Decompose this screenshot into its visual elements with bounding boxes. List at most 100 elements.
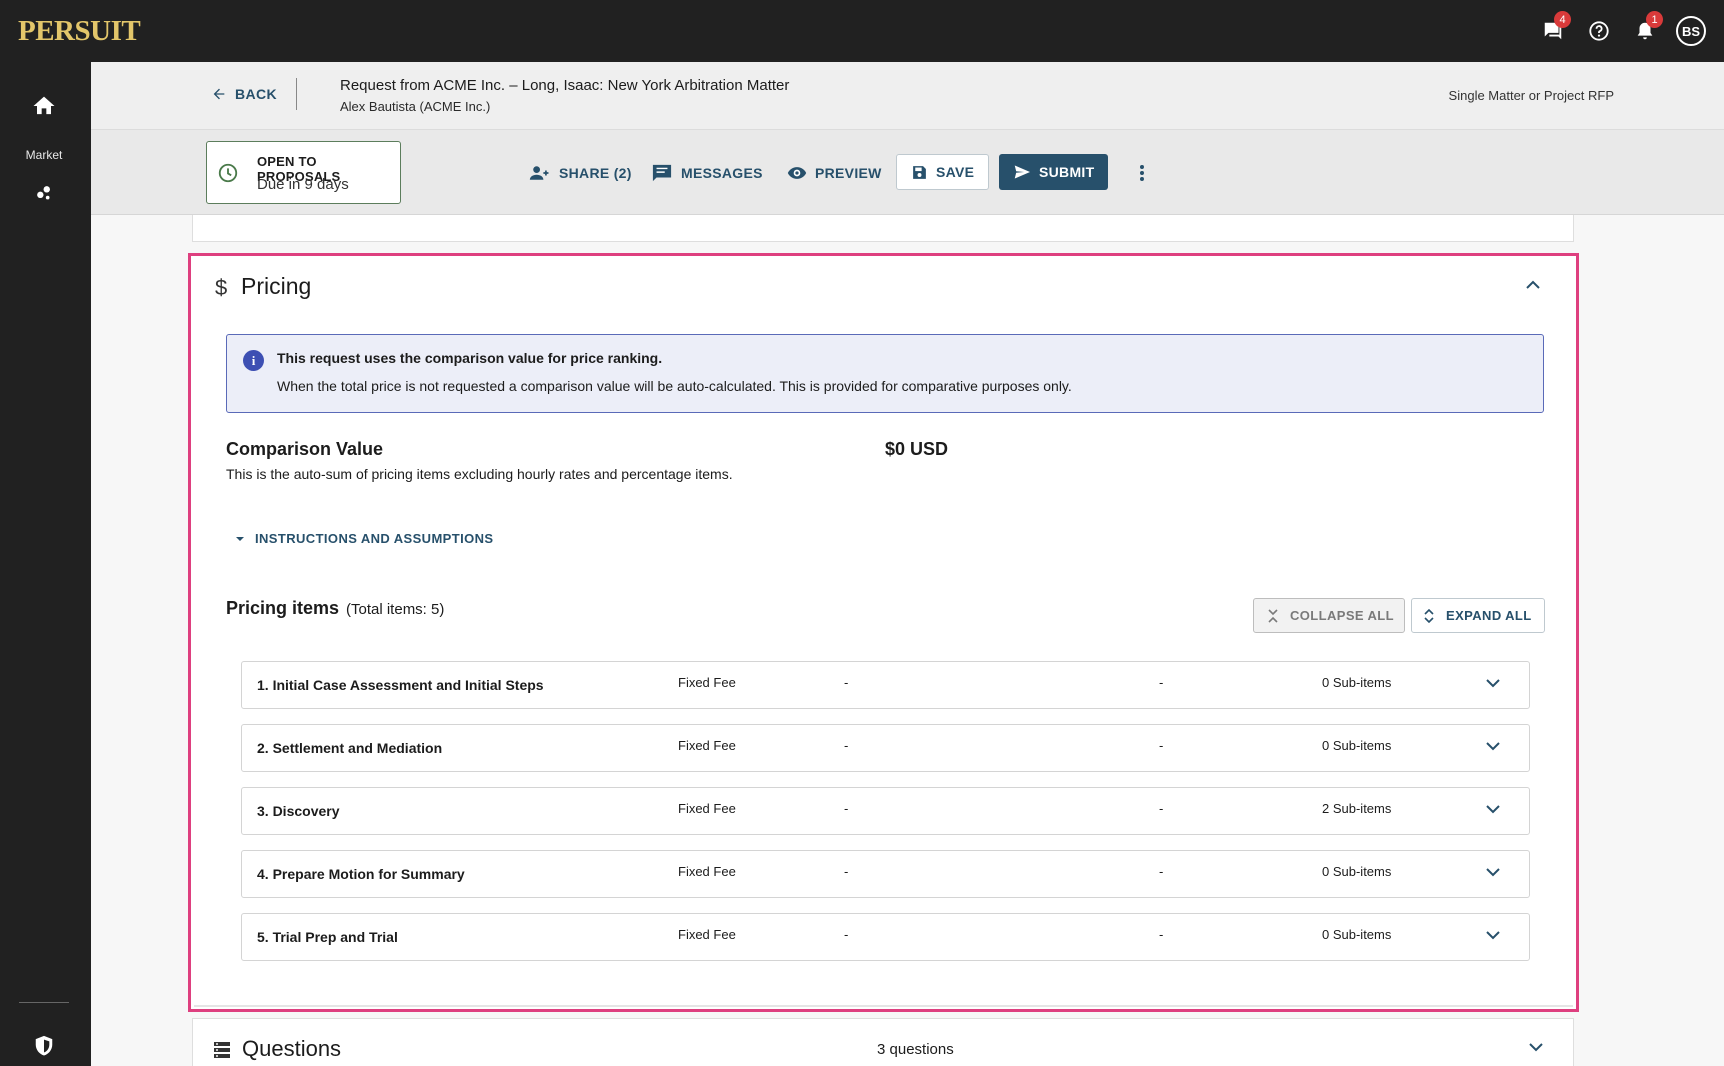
messages-label: MESSAGES xyxy=(681,165,763,181)
pricing-item-name: 1. Initial Case Assessment and Initial S… xyxy=(257,677,544,693)
preview-label: PREVIEW xyxy=(815,165,882,181)
chevron-down-icon[interactable] xyxy=(1486,868,1500,877)
pricing-item-col1: - xyxy=(844,801,849,816)
chevron-down-icon[interactable] xyxy=(1486,679,1500,688)
send-icon xyxy=(1014,165,1030,179)
app-logo[interactable]: PERSUIT xyxy=(18,15,141,48)
pricing-item-subitems: 2 Sub-items xyxy=(1322,801,1392,816)
questions-count: 3 questions xyxy=(877,1041,954,1058)
sidebar: Market xyxy=(0,62,91,1066)
arrow-left-icon xyxy=(213,88,225,100)
help-icon xyxy=(1589,21,1609,41)
sidebar-item-security[interactable] xyxy=(33,1034,55,1058)
top-bar: PERSUIT 4 1 BS xyxy=(0,0,1724,62)
back-button[interactable]: BACK xyxy=(211,86,277,102)
save-label: SAVE xyxy=(936,164,975,180)
pricing-item-row[interactable]: 3. Discovery Fixed Fee - - 2 Sub-items xyxy=(241,787,1530,835)
pricing-item-row[interactable]: 1. Initial Case Assessment and Initial S… xyxy=(241,661,1530,709)
save-button[interactable]: SAVE xyxy=(896,154,990,190)
pricing-item-subitems: 0 Sub-items xyxy=(1322,927,1392,942)
chevron-down-icon[interactable] xyxy=(1486,805,1500,814)
chevron-up-icon xyxy=(1526,280,1540,289)
section-title: Pricing xyxy=(241,273,312,299)
pricing-item-type: Fixed Fee xyxy=(678,675,736,690)
avatar: BS xyxy=(1676,16,1706,46)
pricing-item-subitems: 0 Sub-items xyxy=(1322,675,1392,690)
pricing-item-type: Fixed Fee xyxy=(678,738,736,753)
more-options-button[interactable] xyxy=(1139,157,1153,189)
requester-name: Alex Bautista (ACME Inc.) xyxy=(340,99,491,114)
pricing-item-type: Fixed Fee xyxy=(678,864,736,879)
rfp-type-label: Single Matter or Project RFP xyxy=(1448,88,1614,103)
pricing-item-subitems: 0 Sub-items xyxy=(1322,738,1392,753)
top-bar-actions: 4 1 BS xyxy=(1524,11,1708,48)
sidebar-item-home[interactable] xyxy=(30,92,58,120)
help-button[interactable] xyxy=(1582,14,1616,48)
comparison-value-amount: $0 USD xyxy=(885,439,949,459)
pricing-item-col2: - xyxy=(1159,927,1164,942)
sidebar-divider xyxy=(19,1002,69,1003)
chevron-down-icon[interactable] xyxy=(1486,742,1500,751)
questions-section[interactable]: Questions 3 questions xyxy=(192,1018,1574,1066)
instructions-toggle[interactable]: INSTRUCTIONS AND ASSUMPTIONS xyxy=(235,531,493,546)
share-users-icon xyxy=(529,166,549,180)
pricing-item-col2: - xyxy=(1159,801,1164,816)
pricing-item-col2: - xyxy=(1159,864,1164,879)
request-header: BACK Request from ACME Inc. – Long, Isaa… xyxy=(91,62,1724,130)
messages-badge: 4 xyxy=(1554,11,1571,28)
expand-all-label: EXPAND ALL xyxy=(1446,608,1532,623)
preview-button[interactable]: PREVIEW xyxy=(787,157,882,189)
comparison-value-description: This is the auto-sum of pricing items ex… xyxy=(226,466,733,482)
pricing-item-subitems: 0 Sub-items xyxy=(1322,864,1392,879)
notifications-button[interactable]: 1 xyxy=(1628,11,1663,48)
info-icon: i xyxy=(243,350,264,371)
more-vertical-icon xyxy=(1140,165,1144,181)
pricing-item-name: 3. Discovery xyxy=(257,803,340,819)
notifications-badge: 1 xyxy=(1646,11,1663,28)
dollar-icon: $ xyxy=(215,275,228,300)
sidebar-item-market-label[interactable]: Market xyxy=(0,148,88,162)
messages-action-button[interactable]: MESSAGES xyxy=(651,157,763,189)
info-heading: This request uses the comparison value f… xyxy=(277,350,663,366)
home-icon xyxy=(33,96,55,115)
comparison-value-label: Comparison Value xyxy=(226,439,384,459)
pricing-item-row[interactable]: 4. Prepare Motion for Summary Fixed Fee … xyxy=(241,850,1530,898)
collapse-icon xyxy=(1268,608,1278,623)
pricing-item-type: Fixed Fee xyxy=(678,801,736,816)
previous-section-card xyxy=(192,215,1574,242)
share-label: SHARE (2) xyxy=(559,165,632,181)
pricing-item-name: 4. Prepare Motion for Summary xyxy=(257,866,465,882)
pricing-item-col1: - xyxy=(844,927,849,942)
questions-list-icon xyxy=(214,1042,230,1058)
expand-icon xyxy=(1424,608,1434,623)
market-icon xyxy=(37,186,50,200)
pricing-items-list: 1. Initial Case Assessment and Initial S… xyxy=(241,661,1530,976)
back-label: BACK xyxy=(235,86,278,102)
user-menu-button[interactable]: BS xyxy=(1674,14,1708,48)
pricing-item-row[interactable]: 5. Trial Prep and Trial Fixed Fee - - 0 … xyxy=(241,913,1530,961)
header-divider xyxy=(296,78,297,110)
chevron-down-icon[interactable] xyxy=(1486,931,1500,940)
chevron-down-icon[interactable] xyxy=(1529,1043,1543,1052)
submit-label: SUBMIT xyxy=(1039,164,1095,180)
pricing-item-col2: - xyxy=(1159,738,1164,753)
submit-button[interactable]: SUBMIT xyxy=(999,154,1109,190)
expand-all-button[interactable]: EXPAND ALL xyxy=(1411,598,1545,633)
pricing-item-name: 5. Trial Prep and Trial xyxy=(257,929,398,945)
pricing-item-name: 2. Settlement and Mediation xyxy=(257,740,443,756)
collapse-all-label: COLLAPSE ALL xyxy=(1290,608,1394,623)
pricing-item-row[interactable]: 2. Settlement and Mediation Fixed Fee - … xyxy=(241,724,1530,772)
pricing-items-title: Pricing items xyxy=(226,598,340,618)
pricing-item-type: Fixed Fee xyxy=(678,927,736,942)
pricing-item-col1: - xyxy=(844,675,849,690)
pricing-section: $ Pricing i This request uses the compar… xyxy=(188,253,1579,1012)
share-button[interactable]: SHARE (2) xyxy=(529,157,632,189)
sidebar-item-market[interactable] xyxy=(33,182,55,204)
status-badge: OPEN TO PROPOSALS Due in 9 days xyxy=(206,141,401,204)
pricing-items-count: (Total items: 5) xyxy=(346,601,445,618)
action-bar: OPEN TO PROPOSALS Due in 9 days SHARE (2… xyxy=(91,130,1724,215)
collapse-section-button[interactable] xyxy=(1526,280,1540,289)
messages-button[interactable]: 4 xyxy=(1536,11,1571,48)
pricing-item-col1: - xyxy=(844,738,849,753)
collapse-all-button[interactable]: COLLAPSE ALL xyxy=(1253,598,1405,633)
